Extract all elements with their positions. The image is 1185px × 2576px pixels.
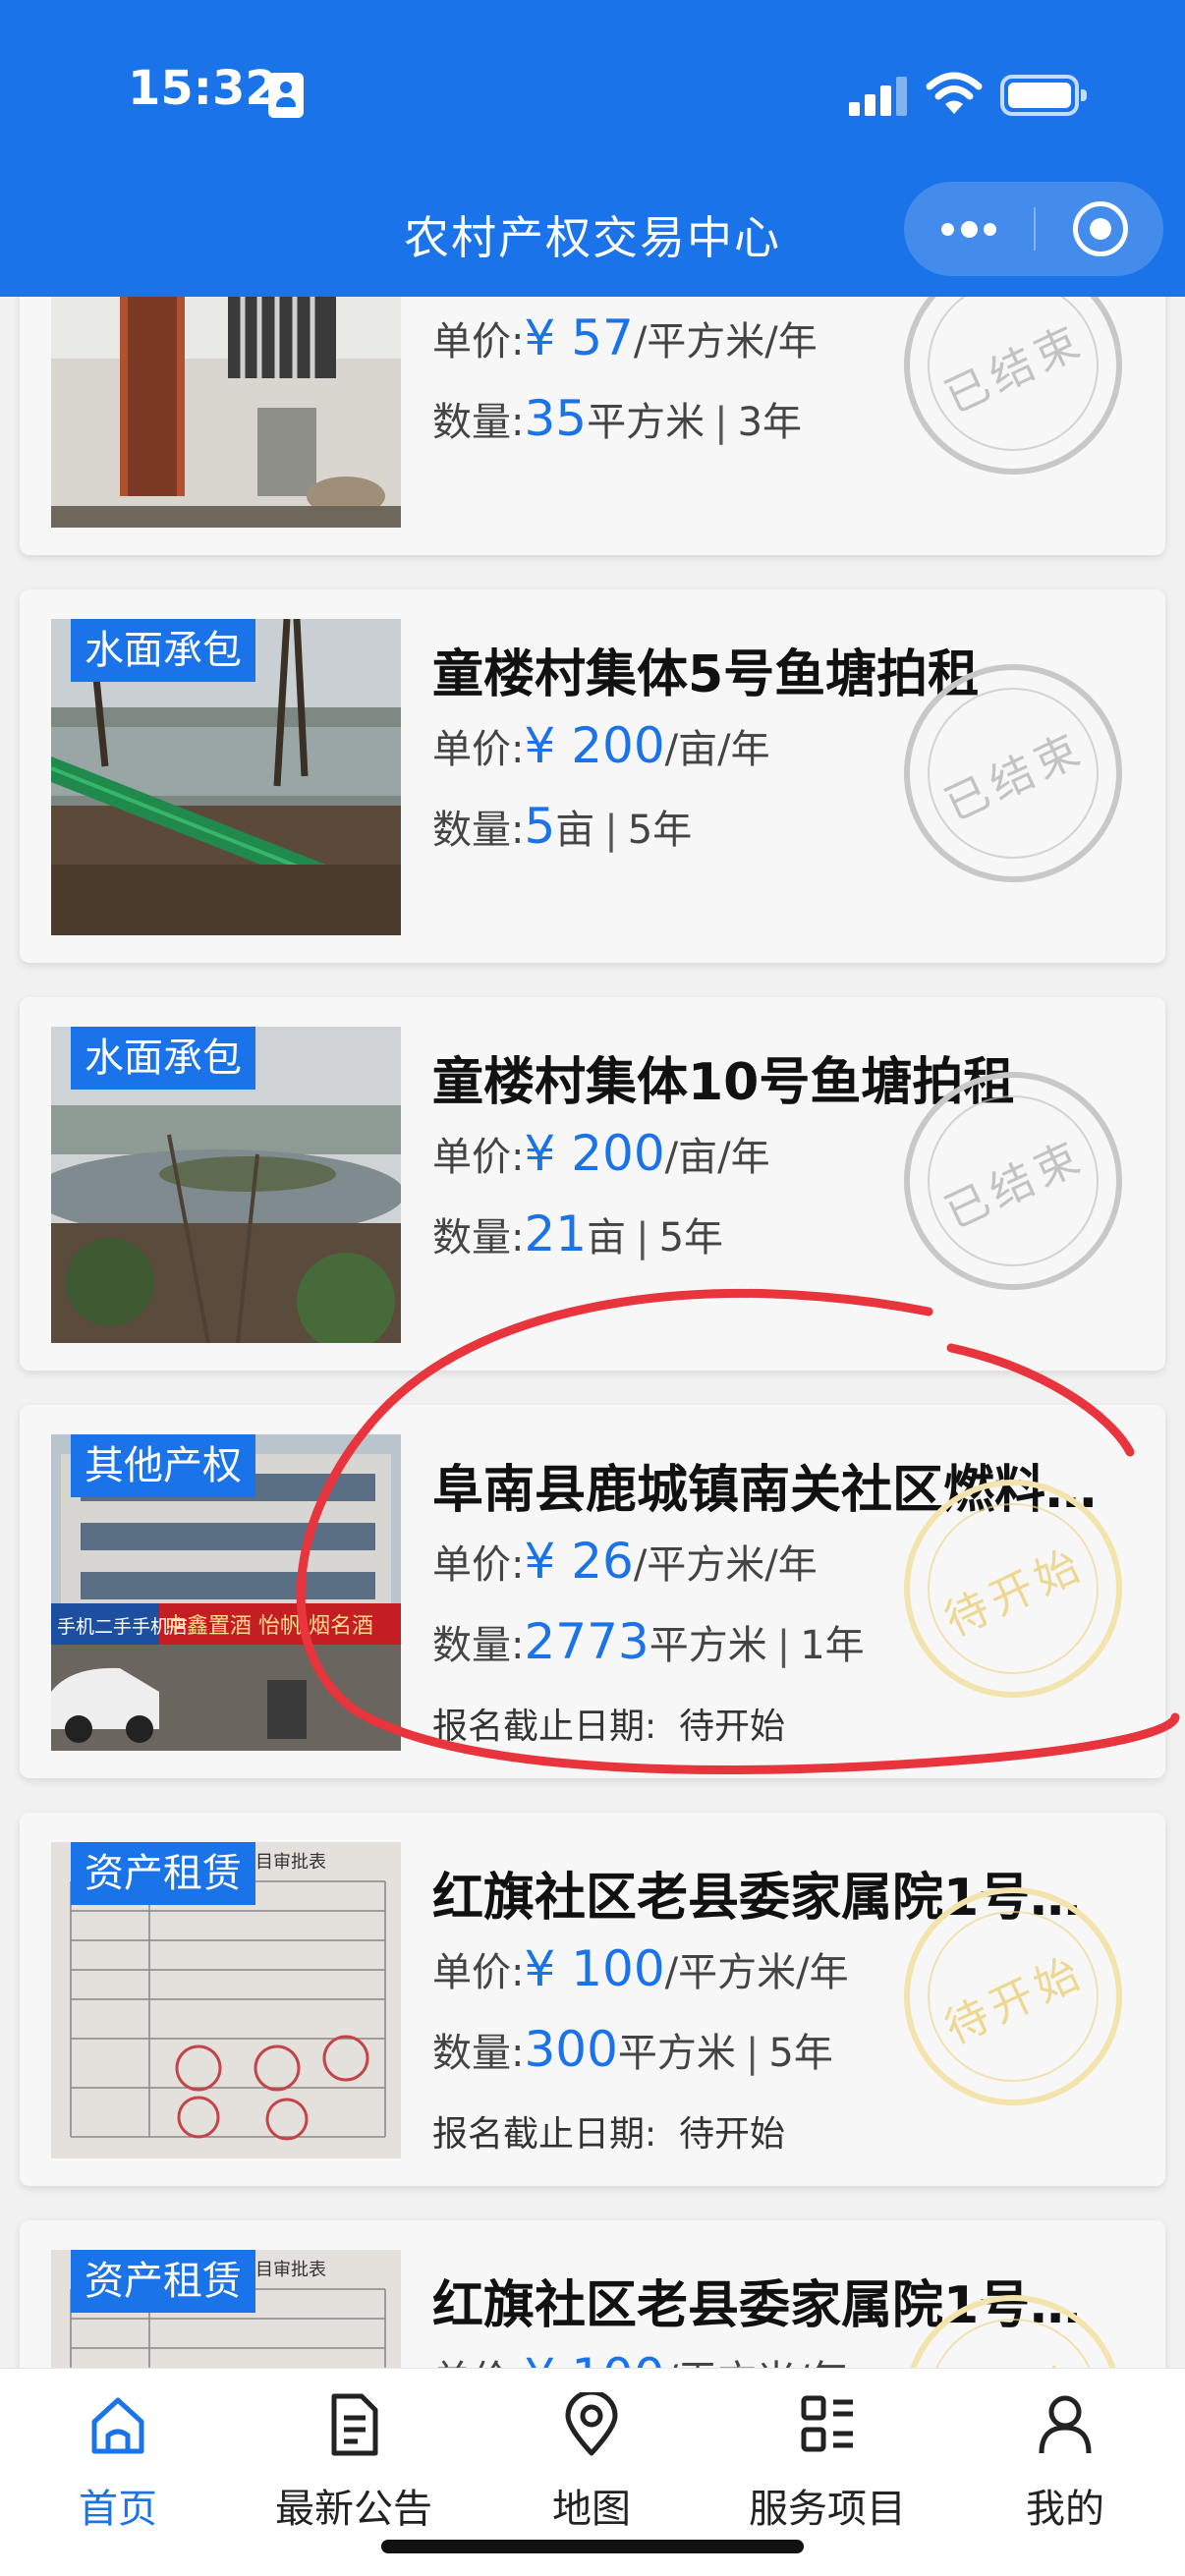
- listing-quantity: 数量:2773平方米 | 1年: [432, 1613, 865, 1670]
- more-options-icon[interactable]: [941, 182, 996, 276]
- svg-text:中鑫置酒 怡帆 烟名酒: 中鑫置酒 怡帆 烟名酒: [165, 1614, 373, 1639]
- listing-thumbnail: 水面承包: [51, 1027, 401, 1343]
- cellular-signal-icon: [849, 77, 908, 116]
- listing-price: 单价:¥ 200/亩/年: [432, 717, 770, 774]
- tab-home[interactable]: 首页: [20, 2392, 216, 2532]
- listing-card[interactable]: 手机二手手机店 中鑫置酒 怡帆 烟名酒 其他产权 阜南县鹿城镇南关社区燃料… 单…: [20, 1405, 1165, 1778]
- capsule-divider: [1034, 207, 1036, 251]
- tab-label: 首页: [79, 2487, 157, 2532]
- tab-map[interactable]: 地图: [493, 2392, 690, 2532]
- category-tag: 水面承包: [71, 619, 255, 682]
- quantity-value: 35: [524, 390, 588, 447]
- listing-scroll-area[interactable]: 单价:¥ 57/平方米/年 数量:35平方米 | 3年 已结束 水面承包 童楼村…: [0, 297, 1185, 2368]
- listing-thumbnail: 水面承包: [51, 619, 401, 935]
- home-icon: [91, 2397, 144, 2454]
- miniprogram-capsule: [904, 182, 1163, 276]
- listing-quantity: 数量:5亩 | 5年: [432, 798, 693, 855]
- status-time: 15:32: [128, 61, 278, 116]
- tab-label: 最新公告: [275, 2487, 432, 2532]
- close-miniprogram-icon[interactable]: [1073, 201, 1128, 256]
- tab-label: 我的: [1026, 2487, 1104, 2532]
- quantity-value: 300: [524, 2021, 618, 2078]
- price-value: ¥ 100: [524, 1940, 665, 1997]
- listing-price: 单价:¥ 100/平方米/年: [432, 1940, 849, 1997]
- grid-list-icon: [801, 2395, 853, 2452]
- battery-icon: [1000, 75, 1087, 116]
- listing-price: 单价:¥ 100/平方米/年: [432, 2348, 849, 2368]
- status-stamp: 待开始: [904, 1887, 1122, 2105]
- status-stamp: 已结束: [904, 664, 1122, 882]
- person-badge-icon: [268, 73, 304, 118]
- listing-card[interactable]: 水面承包 童楼村集体5号鱼塘拍租 单价:¥ 200/亩/年 数量:5亩 | 5年 已…: [20, 589, 1165, 963]
- tab-announcements[interactable]: 最新公告: [255, 2392, 452, 2532]
- listing-thumbnail: 手机二手手机店 中鑫置酒 怡帆 烟名酒 其他产权: [51, 1434, 401, 1751]
- top-header: 15:32 农村产权交易中心: [0, 0, 1185, 297]
- status-stamp: 待开始: [904, 1480, 1122, 1698]
- listing-card[interactable]: 项目审批表 资产租赁 红旗社区老县委家属院1号… 单价:¥ 100/平方米/年 …: [20, 1813, 1165, 2186]
- map-pin-icon: [565, 2392, 618, 2456]
- listing-price: 单价:¥ 57/平方米/年: [432, 309, 818, 366]
- wifi-icon: [926, 72, 983, 114]
- category-tag: 水面承包: [71, 1027, 255, 1090]
- quantity-value: 21: [524, 1205, 588, 1262]
- tab-services[interactable]: 服务项目: [729, 2392, 926, 2532]
- status-stamp: 已结束: [904, 297, 1122, 475]
- price-value: ¥ 57: [524, 309, 634, 366]
- registration-deadline: 报名截止日期: 待开始: [432, 2114, 786, 2155]
- listing-card[interactable]: 水面承包 童楼村集体10号鱼塘拍租 单价:¥ 200/亩/年 数量:21亩 | 5年…: [20, 997, 1165, 1371]
- price-value: ¥ 26: [524, 1533, 634, 1590]
- listing-quantity: 数量:35平方米 | 3年: [432, 390, 803, 447]
- listing-price: 单价:¥ 26/平方米/年: [432, 1533, 818, 1590]
- price-value: ¥ 100: [524, 2348, 664, 2368]
- user-icon: [1039, 2395, 1092, 2454]
- category-tag: 资产租赁: [71, 2250, 255, 2313]
- tab-label: 地图: [552, 2487, 631, 2532]
- home-indicator[interactable]: [381, 2540, 804, 2553]
- listing-thumbnail: 项目审批表 资产租赁: [51, 2250, 401, 2368]
- quantity-value: 2773: [524, 1613, 649, 1670]
- listing-thumbnail: [51, 297, 401, 528]
- quantity-value: 5: [524, 798, 556, 855]
- registration-deadline: 报名截止日期: 待开始: [432, 1707, 786, 1747]
- price-value: ¥ 200: [524, 1125, 665, 1182]
- tab-label: 服务项目: [749, 2487, 906, 2532]
- listing-price: 单价:¥ 200/亩/年: [432, 1125, 770, 1182]
- listing-thumbnail: 项目审批表 资产租赁: [51, 1842, 401, 2158]
- listing-card[interactable]: 项目审批表 资产租赁 红旗社区老县委家属院1号… 单价:¥ 100/平方米/年 …: [20, 2220, 1165, 2368]
- listing-quantity: 数量:21亩 | 5年: [432, 1205, 724, 1262]
- status-stamp: 已结束: [904, 1072, 1122, 1290]
- listing-quantity: 数量:300平方米 | 5年: [432, 2021, 833, 2078]
- tab-profile[interactable]: 我的: [967, 2392, 1163, 2532]
- category-tag: 资产租赁: [71, 1842, 255, 1905]
- price-value: ¥ 200: [524, 717, 665, 774]
- bottom-tab-bar: 首页 最新公告 地图 服务项目 我的: [0, 2368, 1185, 2576]
- document-icon: [331, 2393, 378, 2456]
- listing-card[interactable]: 单价:¥ 57/平方米/年 数量:35平方米 | 3年 已结束: [20, 297, 1165, 555]
- category-tag: 其他产权: [71, 1434, 255, 1497]
